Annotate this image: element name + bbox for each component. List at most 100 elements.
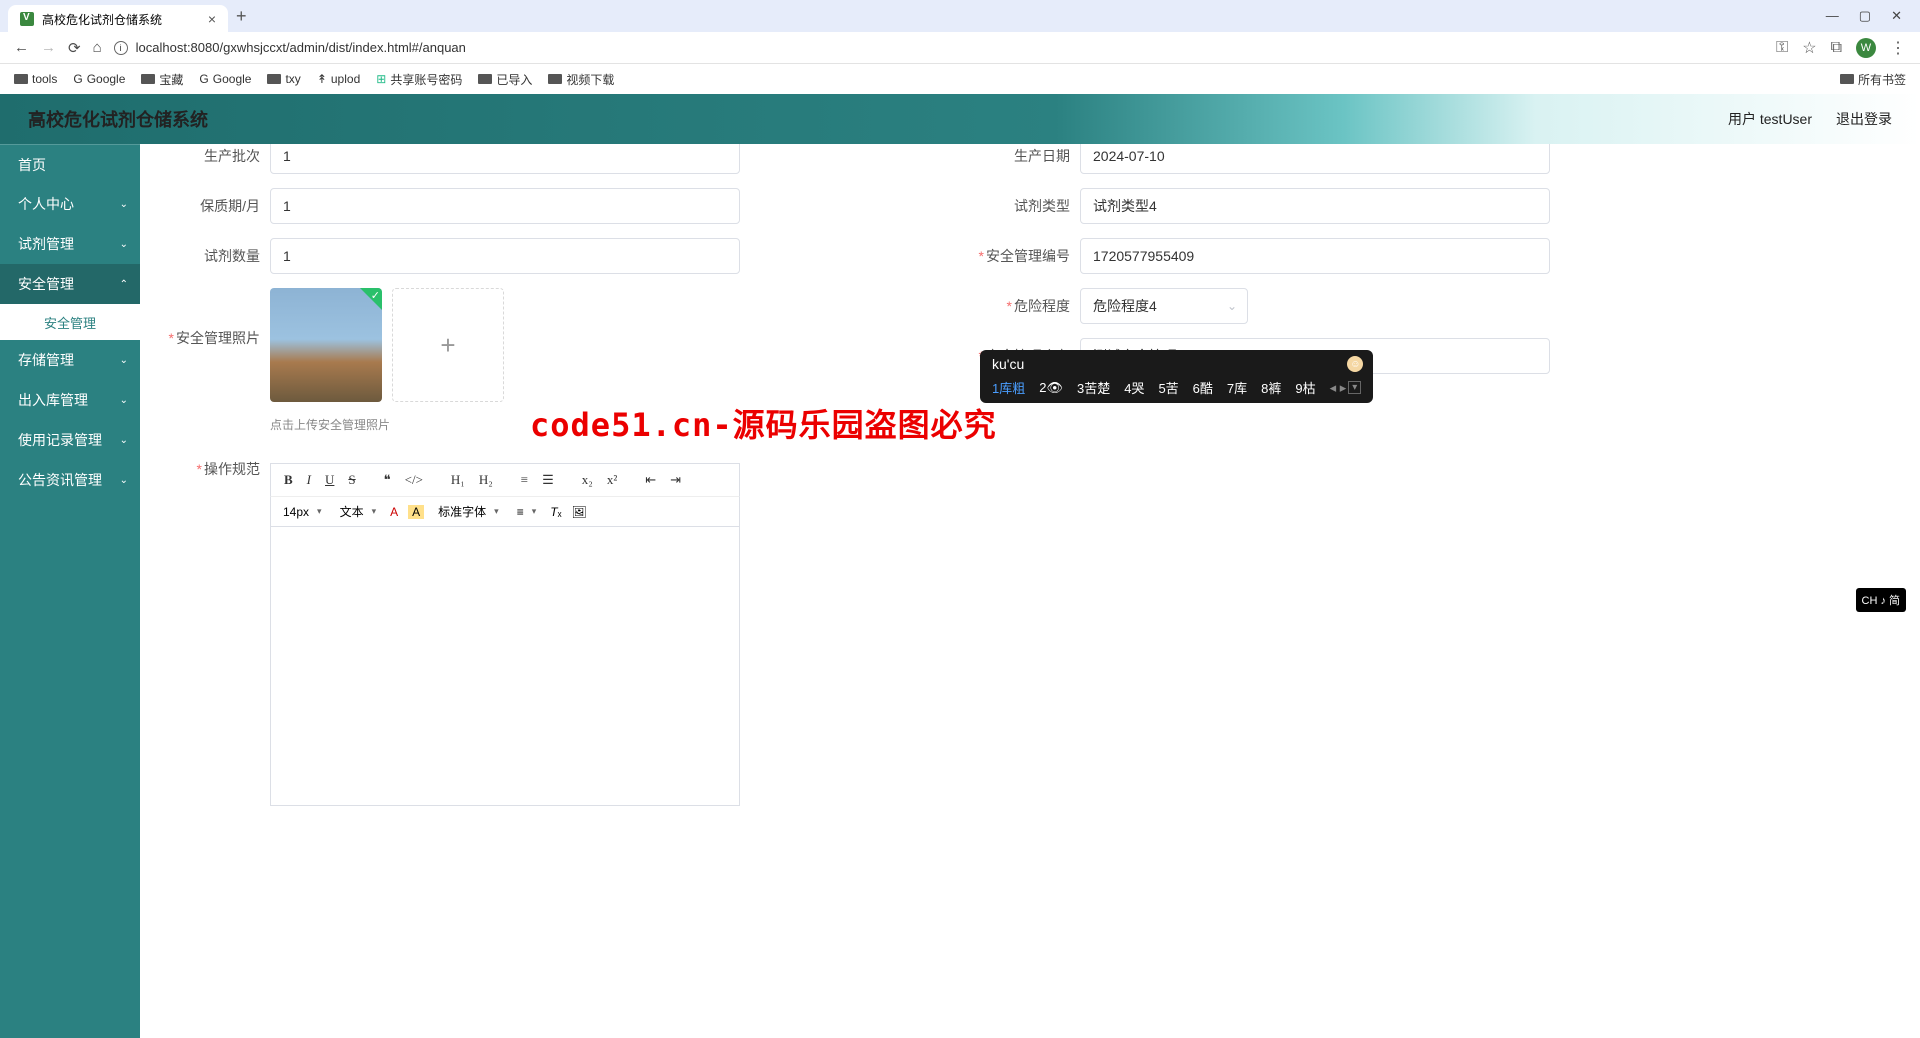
indent-button[interactable]: ⇤ [640,470,661,490]
font-family-select[interactable]: 标准字体 [434,501,503,522]
folder-icon [14,74,28,84]
bg-color-button[interactable]: A [408,505,424,519]
bookmark-item[interactable]: G Google [199,72,251,86]
bookmark-item[interactable]: tools [14,72,57,86]
input-reagent-type[interactable] [1080,188,1550,224]
sidebar-item-usage[interactable]: 使用记录管理 ⌄ [0,420,140,460]
new-tab-button[interactable]: + [228,6,255,27]
sidebar-item-label: 个人中心 [18,194,74,214]
forward-icon[interactable]: → [41,39,56,56]
logout-link[interactable]: 退出登录 [1836,109,1892,129]
unordered-list-button[interactable]: ☰ [537,470,559,490]
text-menu-select[interactable]: 文本 [336,501,381,522]
ime-candidate[interactable]: 2👁 [1039,380,1063,396]
sidebar-subitem-safety[interactable]: 安全管理 [0,304,140,340]
check-icon: ✓ [371,289,380,302]
sidebar-item-safety[interactable]: 安全管理⌃ [0,264,140,304]
ime-pager[interactable]: ◂ ▸ ▾ [1330,380,1362,396]
sidebar-item-inout[interactable]: 出入库管理⌄ [0,380,140,420]
ime-candidate[interactable]: 1库粗 [992,378,1025,397]
h1-button[interactable]: H₁ [446,470,470,490]
bookmark-item[interactable]: 宝藏 [141,71,183,88]
reload-icon[interactable]: ⟳ [68,39,81,57]
minimize-icon[interactable]: — [1826,8,1839,24]
clear-format-button[interactable]: Tₓ [550,505,561,519]
maximize-icon[interactable]: ▢ [1859,8,1871,24]
url-input[interactable]: i localhost:8080/gxwhsjccxt/admin/dist/i… [114,40,1764,55]
chevron-down-icon: ⌄ [120,199,128,210]
sidebar-item-label: 试剂管理 [18,234,74,254]
ime-candidate[interactable]: 6酷 [1193,378,1213,397]
editor-body[interactable] [270,526,740,806]
upload-thumbnail[interactable]: ✓ [270,288,382,402]
select-danger-level[interactable]: 危险程度4⌄ [1080,288,1248,324]
extensions-icon[interactable]: ⧉ [1831,39,1842,57]
bookmark-item[interactable]: txy [267,72,300,86]
ime-candidate[interactable]: 8裤 [1261,378,1281,397]
chevron-down-icon: ⌄ [120,435,128,446]
label-safety-id: *安全管理编号 [970,246,1070,266]
sidebar-item-notice[interactable]: 公告资讯管理⌄ [0,460,140,500]
underline-button[interactable]: U [320,470,339,490]
quote-button[interactable]: ❝ [379,470,396,490]
ordered-list-button[interactable]: ≡ [516,470,533,490]
image-button[interactable]: 🖼 [572,505,587,519]
key-icon[interactable]: ⚿ [1776,39,1788,57]
bookmark-item[interactable]: 视频下载 [548,71,614,88]
home-icon[interactable]: ⌂ [93,39,102,56]
folder-icon [141,74,155,84]
ime-candidates[interactable]: 1库粗 2👁 3苦楚 4哭 5苦 6酷 7库 8裤 9枯 ◂ ▸ ▾ [992,376,1361,397]
close-icon[interactable]: ✕ [1891,8,1902,24]
upload-area: ✓ + [270,288,504,402]
ime-candidate[interactable]: 3苦楚 [1077,378,1110,397]
browser-tab[interactable]: 高校危化试剂仓储系统 × [8,5,228,33]
url-text: localhost:8080/gxwhsjccxt/admin/dist/ind… [136,40,466,55]
ime-candidate[interactable]: 9枯 [1295,378,1315,397]
subscript-button[interactable]: x₂ [577,470,598,490]
italic-button[interactable]: I [302,470,316,490]
sidebar-item-storage[interactable]: 存储管理⌄ [0,340,140,380]
bookmark-item[interactable]: ⊞ 共享账号密码 [376,71,462,88]
sidebar-item-home[interactable]: 首页 [0,144,140,184]
bold-button[interactable]: B [279,470,298,490]
all-bookmarks[interactable]: 所有书签 [1840,71,1906,88]
ime-candidate[interactable]: 4哭 [1124,378,1144,397]
bookmark-item[interactable]: G Google [73,72,125,86]
font-color-button[interactable]: A [390,505,398,519]
h2-button[interactable]: H₂ [474,470,498,490]
bookmark-item[interactable]: 已导入 [478,71,532,88]
superscript-button[interactable]: x² [602,470,622,490]
ime-candidate[interactable]: 5苦 [1158,378,1178,397]
info-icon[interactable]: i [114,41,128,55]
sidebar-item-reagent[interactable]: 试剂管理⌄ [0,224,140,264]
language-indicator[interactable]: CH ♪ 简 [1856,588,1907,612]
menu-icon[interactable]: ⋮ [1890,38,1906,58]
ime-typing: ku'cu [992,356,1361,376]
tab-close-icon[interactable]: × [208,11,216,27]
upload-add-button[interactable]: + [392,288,504,402]
back-icon[interactable]: ← [14,39,29,56]
chevron-down-icon: ⌄ [120,475,128,486]
code-button[interactable]: </> [400,470,428,490]
label-prod-date: 生产日期 [970,146,1070,166]
input-shelf-life[interactable] [270,188,740,224]
input-batch[interactable] [270,144,740,174]
ime-candidate[interactable]: 7库 [1227,378,1247,397]
outdent-button[interactable]: ⇥ [665,470,686,490]
input-reagent-qty[interactable] [270,238,740,274]
folder-icon [478,74,492,84]
label-procedure: *操作规范 [160,459,260,479]
address-bar: ← → ⟳ ⌂ i localhost:8080/gxwhsjccxt/admi… [0,32,1920,64]
align-select[interactable]: ≡ [513,503,541,521]
input-prod-date[interactable] [1080,144,1550,174]
tab-bar: 高校危化试剂仓储系统 × + — ▢ ✕ [0,0,1920,32]
font-size-select[interactable]: 14px [279,503,326,521]
sidebar-item-personal[interactable]: 个人中心 ⌄ [0,184,140,224]
input-safety-id[interactable] [1080,238,1550,274]
bookmark-item[interactable]: ↟ uplod [317,72,360,86]
strike-button[interactable]: S [343,470,360,490]
app-title: 高校危化试剂仓储系统 [28,106,208,132]
sidebar-item-label: 使用记录管理 [18,430,102,450]
star-icon[interactable]: ☆ [1802,38,1816,58]
profile-avatar[interactable]: W [1856,38,1876,58]
